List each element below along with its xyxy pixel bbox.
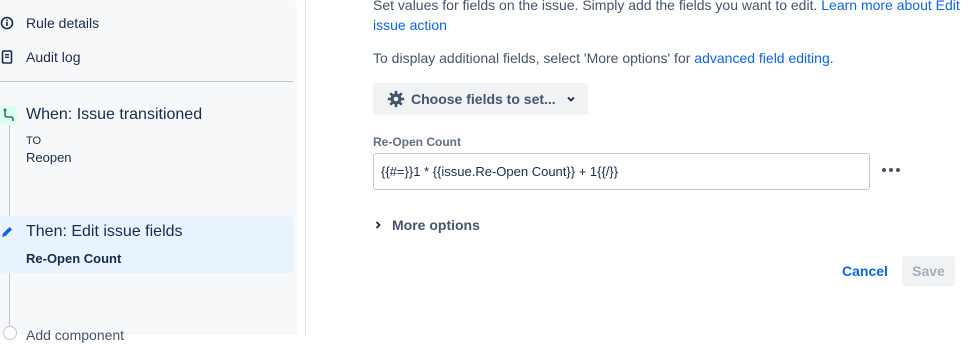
add-component-dot [3,326,17,340]
nav-label: Audit log [26,49,81,65]
choose-fields-button[interactable]: Choose fields to set... [373,83,588,115]
action-title[interactable]: Then: Edit issue fields [26,222,183,242]
info-icon [0,16,14,30]
add-component-link[interactable]: Add component [26,326,124,344]
document-icon [0,50,14,64]
pencil-icon [0,225,14,239]
transition-icon [0,105,17,125]
sidebar-separator [0,81,293,82]
hint-text: To display additional fields, select 'Mo… [373,48,834,68]
intro-text: Set values for fields on the issue. Simp… [373,0,963,35]
more-options-label: More options [392,217,480,233]
choose-fields-label: Choose fields to set... [411,91,556,107]
intro-copy: Set values for fields on the issue. Simp… [373,0,822,13]
nav-audit-log[interactable]: Audit log [0,45,80,69]
re-open-count-input[interactable] [373,153,870,190]
trigger-title[interactable]: When: Issue transitioned [26,105,202,125]
advanced-field-editing-link[interactable]: advanced field editing [694,50,829,66]
more-actions-icon[interactable] [880,160,902,180]
more-options-toggle[interactable]: More options [373,215,480,235]
trigger-to-label: TO [26,135,42,147]
hint-copy: To display additional fields, select 'Mo… [373,50,695,66]
field-label: Re-Open Count [373,135,461,149]
trigger-status: Reopen [26,150,72,165]
action-field-name: Re-Open Count [26,251,122,266]
nav-label: Rule details [26,15,100,31]
chevron-down-icon [566,94,576,104]
chevron-right-icon [373,220,387,230]
gear-icon [387,90,405,108]
save-button[interactable]: Save [902,256,955,286]
panel-divider [305,0,306,335]
hint-period: . [829,50,834,66]
cancel-button[interactable]: Cancel [838,259,892,283]
nav-rule-details[interactable]: Rule details [0,11,99,35]
